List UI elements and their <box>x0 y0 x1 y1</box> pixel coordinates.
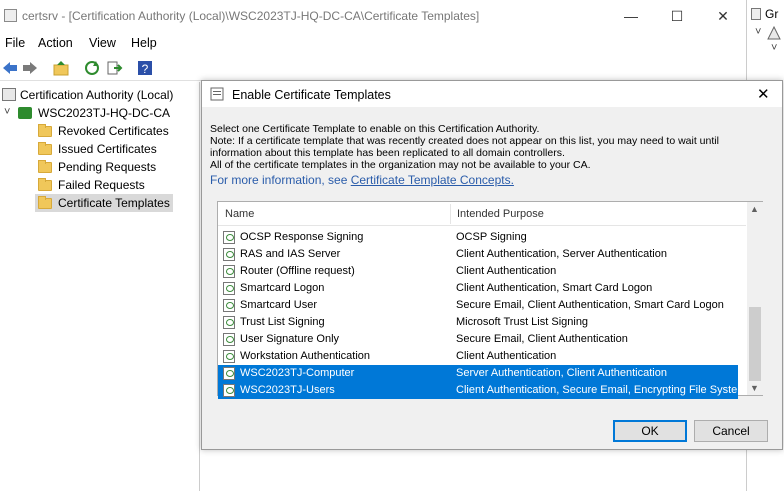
folder-icon <box>38 196 52 209</box>
certificate-template-icon <box>223 231 235 244</box>
certificate-template-icon <box>210 87 224 101</box>
tree-item-label: Revoked Certificates <box>58 124 169 138</box>
svg-text:?: ? <box>142 62 149 76</box>
tree-root-ca-local[interactable]: Certification Authority (Local) <box>0 86 200 104</box>
close-button[interactable]: ✕ <box>700 0 746 32</box>
description-line-1: Select one Certificate Template to enabl… <box>210 123 540 135</box>
certificate-template-icon <box>223 282 235 295</box>
menu-action[interactable]: Action <box>38 36 73 50</box>
maximize-button[interactable]: ☐ <box>654 0 700 32</box>
more-info-line: For more information, see Certificate Te… <box>210 173 770 187</box>
document-icon <box>751 8 761 20</box>
minimize-button[interactable]: — <box>608 0 654 32</box>
template-row-selected[interactable]: WSC2023TJ-Users Client Authentication, Se… <box>218 382 746 399</box>
help-icon[interactable]: ? <box>136 59 154 77</box>
tree-ca-label: WSC2023TJ-HQ-DC-CA <box>38 106 171 120</box>
menu-bar: File Action View Help <box>0 32 746 54</box>
back-arrow-icon[interactable] <box>1 59 19 77</box>
description-line-3: information about this template has been… <box>210 147 565 159</box>
expand-chevron-icon[interactable]: ˅ <box>755 26 761 38</box>
template-row[interactable]: OCSP Response Signing OCSP Signing <box>218 229 738 246</box>
tree-item-label: Failed Requests <box>58 178 145 192</box>
cancel-button[interactable]: Cancel <box>694 420 768 442</box>
tree-item-pending-requests[interactable]: Pending Requests <box>0 158 200 176</box>
folder-icon <box>38 160 52 173</box>
refresh-icon[interactable] <box>83 59 101 77</box>
dialog-close-button[interactable]: ✕ <box>757 85 770 103</box>
description-line-2: Note: If a certificate template that was… <box>210 135 719 147</box>
tree-ca-node[interactable]: ˅ WSC2023TJ-HQ-DC-CA <box>0 104 200 122</box>
certificate-template-icon <box>223 265 235 278</box>
folder-icon <box>38 142 52 155</box>
expand-chevron-icon[interactable]: ˅ <box>4 106 10 118</box>
description-line-4: All of the certificate templates in the … <box>210 159 591 171</box>
tree-item-label: Certificate Templates <box>58 196 170 210</box>
template-row-selected[interactable]: WSC2023TJ-Computer Server Authentication,… <box>218 365 738 382</box>
main-title-bar: certsrv - [Certification Authority (Loca… <box>0 0 746 32</box>
menu-file[interactable]: File <box>5 36 25 50</box>
tree-item-certificate-templates[interactable]: Certificate Templates <box>35 194 173 212</box>
tree-item-label: Issued Certificates <box>58 142 157 156</box>
console-tree: Certification Authority (Local) ˅ WSC202… <box>0 82 200 491</box>
certification-authority-icon <box>2 88 16 101</box>
menu-help[interactable]: Help <box>131 36 157 50</box>
template-row[interactable]: RAS and IAS Server Client Authentication,… <box>218 246 738 263</box>
certificate-template-icon <box>223 384 235 397</box>
dialog-title: Enable Certificate Templates <box>232 88 391 102</box>
tree-item-issued-certificates[interactable]: Issued Certificates <box>0 140 200 158</box>
template-row[interactable]: Workstation Authentication Client Authent… <box>218 348 738 365</box>
certificate-template-icon <box>223 316 235 329</box>
ca-server-icon <box>18 107 32 119</box>
template-row[interactable]: Smartcard Logon Client Authentication, Sm… <box>218 280 738 297</box>
up-folder-icon[interactable] <box>52 59 70 77</box>
more-info-prefix: For more information, see <box>210 173 351 187</box>
tree-item-failed-requests[interactable]: Failed Requests <box>0 176 200 194</box>
certificate-template-icon <box>223 299 235 312</box>
tree-root-label: Certification Authority (Local) <box>20 88 174 102</box>
certificate-template-icon <box>223 333 235 346</box>
list-header: Name Intended Purpose <box>218 202 746 226</box>
menu-view[interactable]: View <box>89 36 116 50</box>
side-pane-label: Gr <box>765 7 779 21</box>
template-row[interactable]: Router (Offline request) Client Authentic… <box>218 263 738 280</box>
certificate-template-concepts-link[interactable]: Certificate Template Concepts. <box>351 173 514 187</box>
template-row[interactable]: Smartcard User Secure Email, Client Authe… <box>218 297 738 314</box>
certificate-templates-list[interactable]: Name Intended Purpose OCSP Response Sign… <box>217 201 763 399</box>
column-header-name[interactable]: Name <box>225 208 254 220</box>
template-row[interactable]: User Signature Only Secure Email, Client … <box>218 331 738 348</box>
certificate-template-icon <box>223 248 235 261</box>
tree-item-label: Pending Requests <box>58 160 157 174</box>
forward-arrow-icon[interactable] <box>21 59 39 77</box>
template-row[interactable]: Trust List Signing Microsoft Trust List S… <box>218 314 738 331</box>
toolbar: ? <box>0 55 746 81</box>
export-list-icon[interactable] <box>105 59 123 77</box>
scroll-up-arrow-icon[interactable]: ▲ <box>750 204 759 214</box>
folder-icon <box>38 178 52 191</box>
certificate-template-icon <box>223 350 235 363</box>
tree-item-revoked-certificates[interactable]: Revoked Certificates <box>0 122 200 140</box>
column-header-intended-purpose[interactable]: Intended Purpose <box>457 208 544 220</box>
main-window-title: certsrv - [Certification Authority (Loca… <box>22 9 480 23</box>
certsrv-app-icon <box>4 9 17 22</box>
expand-chevron-icon[interactable]: ˅ <box>771 42 777 54</box>
certificate-template-icon <box>223 367 235 380</box>
vertical-scrollbar[interactable]: ▲ ▼ <box>747 202 763 395</box>
dialog-title-bar: Enable Certificate Templates ✕ <box>202 81 782 107</box>
scroll-down-arrow-icon[interactable]: ▼ <box>750 383 759 393</box>
ok-button[interactable]: OK <box>613 420 687 442</box>
folder-icon <box>38 124 52 137</box>
enable-certificate-templates-dialog: Enable Certificate Templates ✕ Select on… <box>201 80 783 450</box>
warning-icon <box>767 26 781 40</box>
scrollbar-thumb[interactable] <box>749 307 761 381</box>
column-divider[interactable] <box>450 204 451 224</box>
